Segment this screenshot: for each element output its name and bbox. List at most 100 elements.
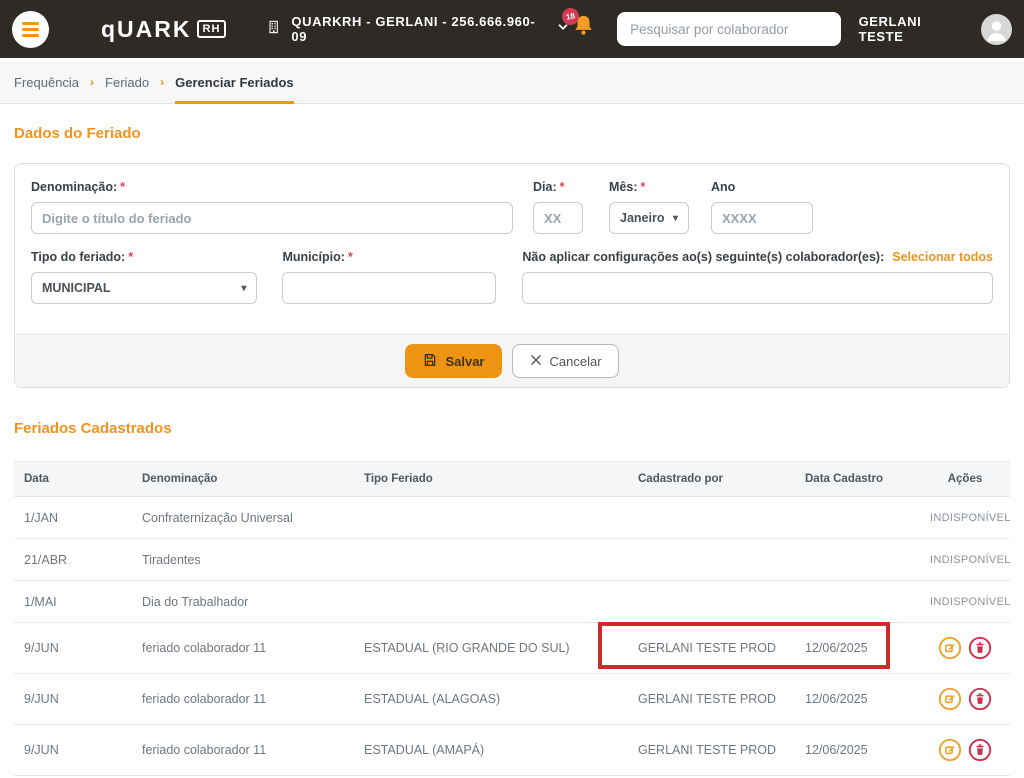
actions-cell: [920, 673, 1010, 725]
registered-by-cell: GERLANI TESTE PROD: [628, 622, 795, 674]
name-cell: Dia do Trabalhador: [132, 580, 354, 623]
table-header-row: Data Denominação Tipo Feriado Cadastrado…: [14, 461, 1010, 497]
logo-rh-badge: RH: [196, 20, 227, 38]
name-cell: Confraternização Universal: [132, 496, 354, 539]
type-cell: ESTADUAL (ALAGOAS): [354, 673, 628, 725]
breadcrumb: Frequência › Feriado › Gerenciar Feriado…: [0, 58, 1024, 104]
date-cell: 9/JUN: [14, 673, 132, 725]
breadcrumb-item-frequencia[interactable]: Frequência: [14, 75, 79, 90]
actions-cell: INDISPONÍVEL: [920, 496, 1010, 539]
table-row: 21/ABR Tiradentes INDISPONÍVEL: [14, 538, 1010, 581]
type-cell: [354, 496, 628, 539]
hamburger-icon: [22, 21, 39, 25]
form-section-title: Dados do Feriado: [14, 125, 141, 142]
col-cadastrado-por: Cadastrado por: [628, 461, 795, 497]
logo-text: qUARK: [101, 15, 192, 42]
building-icon: [266, 18, 282, 41]
holiday-form-card: Denominação:* Dia:* Mês:* Janeiro ▾ Ano: [14, 163, 1010, 388]
table-row-highlighted: 9/JUN feriado colaborador 11 ESTADUAL (RIO…: [14, 622, 1010, 674]
selecionar-todos-link[interactable]: Selecionar todos: [892, 250, 993, 264]
date-cell: 1/JAN: [14, 496, 132, 539]
tipo-feriado-label: Tipo do feriado: *: [31, 250, 134, 264]
breadcrumb-item-feriado[interactable]: Feriado: [105, 75, 149, 90]
register-date-cell: [795, 538, 920, 581]
menu-button[interactable]: [12, 10, 49, 48]
caret-down-icon: ▾: [672, 212, 678, 224]
name-cell: feriado colaborador 11: [132, 622, 354, 674]
ano-input[interactable]: [711, 202, 813, 234]
type-cell: [354, 538, 628, 581]
actions-cell: INDISPONÍVEL: [920, 538, 1010, 581]
table-section-title: Feriados Cadastrados: [14, 420, 172, 437]
mes-label: Mês: *: [609, 180, 646, 194]
actions-cell: [920, 724, 1010, 776]
col-data: Data: [14, 461, 132, 497]
holidays-table: Data Denominação Tipo Feriado Cadastrado…: [14, 461, 1010, 778]
edit-button[interactable]: [938, 738, 962, 762]
col-acoes: Ações: [920, 461, 1010, 497]
delete-button[interactable]: [968, 687, 992, 711]
name-cell: feriado colaborador 11: [132, 673, 354, 725]
register-date-cell: [795, 580, 920, 623]
registered-by-cell: [628, 538, 795, 581]
ano-label: Ano: [711, 180, 736, 194]
breadcrumb-item-gerenciar-feriados[interactable]: Gerenciar Feriados: [175, 75, 294, 104]
municipio-label: Município: *: [282, 250, 353, 264]
registered-by-cell: GERLANI TESTE PROD: [628, 673, 795, 725]
mes-select[interactable]: Janeiro ▾: [609, 202, 689, 234]
register-date-cell: [795, 496, 920, 539]
dia-label: Dia: *: [533, 180, 565, 194]
date-cell: 9/JUN: [14, 724, 132, 776]
colaboradores-input[interactable]: [522, 272, 993, 304]
municipio-input[interactable]: [282, 272, 497, 304]
search-input[interactable]: [617, 12, 841, 46]
notifications-button[interactable]: 18: [560, 6, 597, 45]
name-cell: feriado colaborador 11: [132, 724, 354, 776]
tipo-feriado-select[interactable]: MUNICIPAL ▾: [31, 272, 258, 304]
table-row: 1/JAN Confraternização Universal INDISPONÍ…: [14, 496, 1010, 539]
table-row: 9/JUN feriado colaborador 11 ESTADUAL (ALA…: [14, 673, 1010, 725]
avatar[interactable]: [981, 13, 1012, 45]
col-data-cadastro: Data Cadastro: [795, 461, 920, 497]
denominacao-label: Denominação: *: [31, 180, 126, 194]
date-cell: 21/ABR: [14, 538, 132, 581]
colaboradores-label: Não aplicar configurações ao(s) seguinte…: [522, 250, 885, 264]
delete-button[interactable]: [968, 636, 992, 660]
type-cell: ESTADUAL (RIO GRANDE DO SUL): [354, 622, 628, 674]
table-row: 9/JUNferiado colaborador 11ESTADUAL (AMA…: [14, 724, 1010, 776]
caret-down-icon: ▾: [241, 282, 247, 294]
col-tipo-feriado: Tipo Feriado: [354, 461, 628, 497]
actions-cell: [920, 622, 1010, 674]
delete-button[interactable]: [968, 738, 992, 762]
form-footer: Salvar Cancelar: [15, 334, 1009, 387]
type-cell: ESTADUAL (AMAPÁ): [354, 724, 628, 776]
edit-button[interactable]: [938, 636, 962, 660]
company-selector[interactable]: QUARKRH - GERLANI - 256.666.960-09: [266, 14, 570, 44]
table-row: 1/MAI Dia do Trabalhador INDISPONÍVEL: [14, 580, 1010, 623]
register-date-cell: 12/06/2025: [795, 724, 920, 776]
breadcrumb-separator-icon: ›: [90, 75, 95, 89]
date-cell: 1/MAI: [14, 580, 132, 623]
app-header: qUARK RH QUARKRH - GERLANI - 256.666.960…: [0, 0, 1024, 58]
denominacao-input[interactable]: [31, 202, 513, 234]
app-logo: qUARK RH: [101, 15, 227, 43]
edit-button[interactable]: [938, 687, 962, 711]
save-icon: [422, 352, 438, 371]
register-date-cell: 12/06/2025: [795, 622, 920, 674]
company-name: QUARKRH - GERLANI - 256.666.960-09: [291, 14, 536, 44]
close-icon: [529, 353, 543, 370]
actions-cell: INDISPONÍVEL: [920, 580, 1010, 623]
registered-by-cell: [628, 496, 795, 539]
dia-input[interactable]: [533, 202, 583, 234]
col-denominacao: Denominação: [132, 461, 354, 497]
type-cell: [354, 580, 628, 623]
registered-by-cell: [628, 580, 795, 623]
bell-icon: [570, 15, 597, 44]
save-button[interactable]: Salvar: [405, 344, 502, 378]
cancel-button[interactable]: Cancelar: [511, 344, 619, 378]
name-cell: Tiradentes: [132, 538, 354, 581]
registered-by-cell: GERLANI TESTE PROD: [628, 724, 795, 776]
breadcrumb-separator-icon: ›: [160, 75, 165, 89]
table-body: 1/JAN Confraternização Universal INDISPONÍ…: [14, 496, 1010, 778]
register-date-cell: 12/06/2025: [795, 673, 920, 725]
